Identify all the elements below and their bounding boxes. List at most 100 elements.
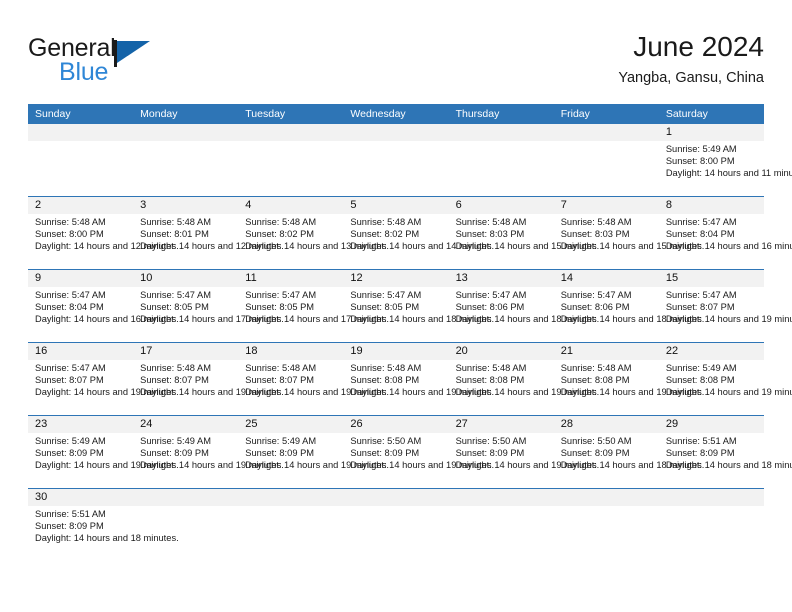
day-number: 24 xyxy=(133,416,239,433)
page-title: June 2024 xyxy=(633,31,764,62)
day-number: 10 xyxy=(133,270,239,287)
day-details: Sunrise: 5:49 AM Sunset: 8:08 PM Daylight:… xyxy=(659,360,792,398)
calendar-day-cell[interactable]: 28 Sunrise: 5:50 AM Sunset: 8:09 PM Dayligh… xyxy=(553,416,704,488)
daylight-text: Daylight: 14 hours and 18 minutes. xyxy=(35,532,179,543)
calendar-day-cell-empty xyxy=(553,124,659,196)
sunrise-text: Sunrise: 5:48 AM xyxy=(455,363,527,373)
sunset-text: Sunset: 8:03 PM xyxy=(455,228,525,239)
calendar-day-cell[interactable]: 18 Sunrise: 5:48 AM Sunset: 8:07 PM Dayligh… xyxy=(238,343,389,415)
day-number: 19 xyxy=(343,343,449,360)
day-number xyxy=(343,489,449,506)
calendar-day-cell[interactable]: 25 Sunrise: 5:49 AM Sunset: 8:09 PM Dayligh… xyxy=(238,416,389,488)
calendar-day-cell[interactable]: 4 Sunrise: 5:48 AM Sunset: 8:02 PM Daylight… xyxy=(238,197,389,269)
sunset-text: Sunset: 8:09 PM xyxy=(455,447,525,458)
calendar-day-cell[interactable]: 7 Sunrise: 5:48 AM Sunset: 8:03 PM Daylight… xyxy=(553,197,704,269)
calendar-day-cell[interactable]: 16 Sunrise: 5:47 AM Sunset: 8:07 PM Dayligh… xyxy=(28,343,179,415)
calendar-day-cell[interactable]: 21 Sunrise: 5:48 AM Sunset: 8:08 PM Dayligh… xyxy=(553,343,705,415)
calendar-day-cell[interactable]: 9 Sunrise: 5:47 AM Sunset: 8:04 PM Daylight… xyxy=(28,270,179,342)
calendar-day-cell[interactable]: 22 Sunrise: 5:49 AM Sunset: 8:08 PM Dayligh… xyxy=(658,343,792,415)
weekday-header-monday: Monday xyxy=(140,108,178,120)
sunset-text: Sunset: 8:00 PM xyxy=(35,228,104,239)
calendar-day-cell[interactable]: 12 Sunrise: 5:47 AM Sunset: 8:05 PM Dayligh… xyxy=(343,270,495,342)
weekday-header-tuesday: Tuesday xyxy=(245,108,286,120)
calendar-day-cell[interactable]: 26 Sunrise: 5:50 AM Sunset: 8:09 PM Dayligh… xyxy=(343,416,495,488)
calendar-week-row: 30 Sunrise: 5:51 AM Sunset: 8:09 PM Dayligh… xyxy=(28,488,764,561)
daylight-text: Daylight: 14 hours and 18 minutes. xyxy=(455,313,600,324)
daylight-text: Daylight: 14 hours and 19 minutes. xyxy=(245,459,389,470)
calendar-day-cell[interactable]: 15 Sunrise: 5:47 AM Sunset: 8:07 PM Dayligh… xyxy=(658,270,792,342)
day-number: 29 xyxy=(658,416,764,433)
day-number: 12 xyxy=(343,270,449,287)
calendar-day-cell-empty xyxy=(28,124,134,196)
daylight-text: Daylight: 14 hours and 19 minutes. xyxy=(560,386,705,397)
calendar-week-row: 9 Sunrise: 5:47 AM Sunset: 8:04 PM Daylight… xyxy=(28,269,792,342)
calendar-grid: Sunday Monday Tuesday Wednesday Thursday Frid… xyxy=(28,104,792,561)
calendar-day-cell[interactable]: 17 Sunrise: 5:48 AM Sunset: 8:07 PM Dayligh… xyxy=(133,343,284,415)
calendar-day-cell-empty xyxy=(343,124,449,196)
sunset-text: Sunset: 8:09 PM xyxy=(350,447,420,458)
day-number: 16 xyxy=(28,343,134,360)
day-number: 14 xyxy=(553,270,659,287)
calendar-week-row: 16 Sunrise: 5:47 AM Sunset: 8:07 PM Dayligh… xyxy=(28,342,792,415)
page-header: General Blue June 2024 Yangba, Gansu, Ch… xyxy=(28,30,764,98)
calendar-day-cell[interactable]: 14 Sunrise: 5:47 AM Sunset: 8:06 PM Dayligh… xyxy=(553,270,704,342)
day-number: 3 xyxy=(133,197,239,214)
sunrise-text: Sunrise: 5:48 AM xyxy=(350,217,422,227)
brand-logo[interactable]: General Blue xyxy=(28,34,258,94)
day-number: 15 xyxy=(658,270,764,287)
calendar-day-cell[interactable]: 30 Sunrise: 5:51 AM Sunset: 8:09 PM Dayligh… xyxy=(28,489,179,561)
daylight-text: Daylight: 14 hours and 19 minutes. xyxy=(455,459,600,470)
calendar-day-cell-empty xyxy=(658,489,764,561)
sunrise-text: Sunrise: 5:47 AM xyxy=(35,290,106,300)
daylight-text: Daylight: 14 hours and 19 minutes. xyxy=(35,386,179,397)
calendar-day-cell[interactable]: 1 Sunrise: 5:49 AM Sunset: 8:00 PM Daylight… xyxy=(658,124,792,196)
calendar-day-cell[interactable]: 27 Sunrise: 5:50 AM Sunset: 8:09 PM Dayligh… xyxy=(448,416,600,488)
calendar-day-cell[interactable]: 5 Sunrise: 5:48 AM Sunset: 8:02 PM Daylight… xyxy=(343,197,495,269)
weekday-header-sunday: Sunday xyxy=(35,108,71,120)
daylight-text: Daylight: 14 hours and 19 minutes. xyxy=(140,459,284,470)
calendar-day-cell[interactable]: 20 Sunrise: 5:48 AM Sunset: 8:08 PM Dayligh… xyxy=(448,343,599,415)
day-number xyxy=(448,124,554,141)
sunset-text: Sunset: 8:01 PM xyxy=(140,228,209,239)
calendar-day-cell[interactable]: 13 Sunrise: 5:47 AM Sunset: 8:06 PM Dayligh… xyxy=(448,270,600,342)
calendar-day-cell[interactable]: 29 Sunrise: 5:51 AM Sunset: 8:09 PM Dayligh… xyxy=(658,416,792,488)
daylight-text: Daylight: 14 hours and 12 minutes. xyxy=(35,240,179,251)
sunset-text: Sunset: 8:08 PM xyxy=(560,374,630,385)
weekday-header-row: Sunday Monday Tuesday Wednesday Thursday Frid… xyxy=(28,104,764,124)
calendar-day-cell[interactable]: 2 Sunrise: 5:48 AM Sunset: 8:00 PM Daylight… xyxy=(28,197,179,269)
calendar-page: General Blue June 2024 Yangba, Gansu, Ch… xyxy=(0,0,792,612)
day-details: Sunrise: 5:47 AM Sunset: 8:06 PM Daylight:… xyxy=(449,287,600,325)
day-number: 23 xyxy=(28,416,134,433)
calendar-day-cell[interactable]: 23 Sunrise: 5:49 AM Sunset: 8:09 PM Dayligh… xyxy=(28,416,179,488)
calendar-day-cell[interactable]: 24 Sunrise: 5:49 AM Sunset: 8:09 PM Dayligh… xyxy=(133,416,284,488)
sunrise-text: Sunrise: 5:49 AM xyxy=(245,436,317,446)
daylight-text: Daylight: 14 hours and 13 minutes. xyxy=(245,240,389,251)
calendar-day-cell[interactable]: 11 Sunrise: 5:47 AM Sunset: 8:05 PM Dayligh… xyxy=(238,270,389,342)
calendar-day-cell-empty xyxy=(238,489,344,561)
day-details: Sunrise: 5:48 AM Sunset: 8:02 PM Daylight:… xyxy=(238,214,389,252)
calendar-day-cell[interactable]: 8 Sunrise: 5:47 AM Sunset: 8:04 PM Daylight… xyxy=(658,197,792,269)
calendar-day-cell[interactable]: 3 Sunrise: 5:48 AM Sunset: 8:01 PM Daylight… xyxy=(133,197,284,269)
daylight-text: Daylight: 14 hours and 14 minutes. xyxy=(350,240,495,251)
sunrise-text: Sunrise: 5:48 AM xyxy=(455,217,527,227)
sunrise-text: Sunrise: 5:49 AM xyxy=(35,436,106,446)
day-number xyxy=(238,489,344,506)
sunrise-text: Sunrise: 5:49 AM xyxy=(665,144,737,154)
sunset-text: Sunset: 8:07 PM xyxy=(35,374,104,385)
day-details: Sunrise: 5:49 AM Sunset: 8:09 PM Daylight:… xyxy=(133,433,284,471)
sunrise-text: Sunrise: 5:49 AM xyxy=(665,363,737,373)
day-number: 5 xyxy=(343,197,449,214)
daylight-text: Daylight: 14 hours and 19 minutes. xyxy=(350,459,495,470)
day-details: Sunrise: 5:49 AM Sunset: 8:00 PM Daylight:… xyxy=(659,141,792,179)
calendar-day-cell[interactable]: 6 Sunrise: 5:48 AM Sunset: 8:03 PM Daylight… xyxy=(448,197,600,269)
calendar-day-cell[interactable]: 10 Sunrise: 5:47 AM Sunset: 8:05 PM Dayligh… xyxy=(133,270,284,342)
calendar-day-cell[interactable]: 19 Sunrise: 5:48 AM Sunset: 8:08 PM Dayligh… xyxy=(343,343,494,415)
sunrise-text: Sunrise: 5:48 AM xyxy=(245,217,317,227)
day-details: Sunrise: 5:51 AM Sunset: 8:09 PM Daylight:… xyxy=(28,506,179,544)
day-details: Sunrise: 5:48 AM Sunset: 8:01 PM Daylight:… xyxy=(133,214,284,252)
day-number: 6 xyxy=(448,197,554,214)
day-details: Sunrise: 5:48 AM Sunset: 8:03 PM Daylight:… xyxy=(449,214,600,252)
daylight-text: Daylight: 14 hours and 18 minutes. xyxy=(350,313,495,324)
day-number: 22 xyxy=(658,343,764,360)
calendar-week-row: 23 Sunrise: 5:49 AM Sunset: 8:09 PM Dayligh… xyxy=(28,415,792,488)
